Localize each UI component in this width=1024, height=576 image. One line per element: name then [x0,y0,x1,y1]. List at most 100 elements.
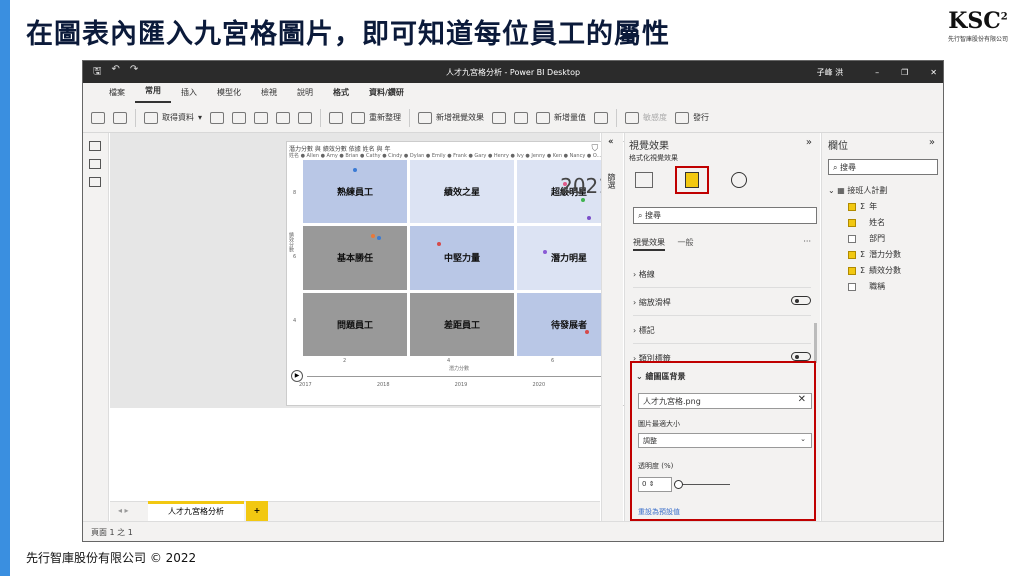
analytics-icon[interactable] [731,172,747,188]
menu-view[interactable]: 檢視 [251,87,287,103]
menu-help[interactable]: 說明 [287,87,323,103]
fields-search-input[interactable]: ⌕ 搜尋 [828,159,938,175]
data-point[interactable] [581,198,585,202]
report-view-icon[interactable] [89,141,101,151]
data-point[interactable] [371,234,375,238]
build-visual-icon[interactable] [635,172,653,188]
data-point[interactable] [587,216,591,220]
collapse-fields-icon[interactable]: » [929,137,935,148]
play-button[interactable]: ▶ [291,370,303,382]
plot-area-background-section: ⌄ 繪圖區背景 人才九宮格.png ✕ 圖片最適大小 調整 ⌄ 透明度 (%) 0 … [630,361,816,521]
field-item[interactable]: Σ 年 [848,201,877,212]
transparency-slider[interactable] [678,484,730,485]
field-item[interactable]: 職稱 [848,281,885,292]
menu-data-drill[interactable]: 資料/鑽研 [359,87,414,103]
checkbox[interactable] [848,202,856,211]
quick-measure-icon[interactable] [594,111,609,124]
checkbox[interactable] [848,234,856,243]
timeline-year: 2020 [532,382,546,388]
y-axis-label: 績效分數 [288,232,294,252]
field-item[interactable]: 姓名 [848,217,885,228]
category-labels-toggle[interactable] [791,352,811,361]
tab-visual[interactable]: 視覺效果 [633,238,665,251]
refresh-button[interactable]: 重新整理 [351,111,401,124]
transform-data-icon[interactable] [329,111,344,124]
menu-modeling[interactable]: 模型化 [207,87,251,103]
format-tabs: 視覺效果 一般 ··· [633,237,817,251]
format-visual-icon[interactable] [675,166,709,194]
clear-image-icon[interactable]: ✕ [798,394,806,405]
reset-default-link[interactable]: 重設為預設值 [638,507,680,517]
expand-icon[interactable]: « [608,137,614,147]
field-item[interactable]: 部門 [848,233,885,244]
fields-pane: 欄位 » ⌕ 搜尋 ⌄ ▦ 接班人計劃 Σ 年 姓名 部門 Σ 潛力分數 Σ 績… [821,133,943,521]
table-node[interactable]: ⌄ ▦ 接班人計劃 [828,185,887,196]
recent-sources-icon[interactable] [298,111,313,124]
page-tab[interactable]: 人才九宮格分析 [148,501,244,521]
menu-format[interactable]: 格式 [323,87,359,103]
new-visual-button[interactable]: 新增視覺效果 [418,111,484,124]
filters-collapsed[interactable]: « 篩選 [601,133,623,521]
textbox-icon[interactable] [492,111,507,124]
image-fit-dropdown[interactable]: 調整 ⌄ [638,433,812,448]
field-item[interactable]: Σ 潛力分數 [848,249,901,260]
menu-home[interactable]: 常用 [135,85,171,103]
background-image-field[interactable]: 人才九宮格.png ✕ [638,393,812,409]
tab-general[interactable]: 一般 [678,238,694,247]
pane-mode-icons [629,165,799,195]
scatter-visual[interactable]: 潛力分數 與 績效分數 依據 姓名 與 年 姓名 ● Allen ● Amy ●… [286,141,626,406]
model-view-icon[interactable] [89,177,101,187]
more-options-icon[interactable]: ··· [803,237,811,246]
data-view-icon[interactable] [89,159,101,169]
new-measure-button[interactable]: 新增量值 [536,111,586,124]
data-point[interactable] [543,250,547,254]
x-tick: 4 [447,358,451,364]
publish-icon [675,111,690,124]
checkbox[interactable] [848,266,856,275]
format-search-input[interactable]: ⌕ 搜尋 [633,207,817,224]
dataset-icon[interactable] [232,111,247,124]
menu-insert[interactable]: 插入 [171,87,207,103]
zoom-slider-toggle[interactable] [791,296,811,305]
data-point[interactable] [585,330,589,334]
collapse-pane-icon[interactable]: » [806,137,812,148]
data-point[interactable] [377,236,381,240]
menu-bar: 檔案 常用 插入 模型化 檢視 說明 格式 資料/鑽研 [83,83,943,103]
add-page-button[interactable]: + [246,501,268,521]
sensitivity-button[interactable]: 敏感度 [625,111,667,124]
pane-scrollbar[interactable] [814,323,817,363]
plot-bg-title[interactable]: ⌄ 繪圖區背景 [636,371,686,382]
section-gridlines[interactable]: › 格線 [633,269,817,280]
field-item[interactable]: Σ 績效分數 [848,265,901,276]
data-point[interactable] [563,182,567,186]
shield-icon [625,111,640,124]
publish-button[interactable]: 發行 [675,111,709,124]
page-nav-arrows[interactable]: ◂ ▸ [118,506,129,515]
minimize-icon[interactable]: – [875,68,879,77]
user-name[interactable]: 子峰 洪 [817,67,844,78]
close-icon[interactable]: ✕ [930,68,937,77]
transparency-input[interactable]: 0 ⇕ [638,477,672,492]
report-canvas[interactable]: 潛力分數 與 績效分數 依據 姓名 與 年 姓名 ● Allen ● Amy ●… [110,133,626,408]
checkbox[interactable] [848,218,856,227]
format-painter-icon[interactable] [113,111,127,124]
menu-file[interactable]: 檔案 [99,87,135,103]
enter-data-icon[interactable] [276,111,291,124]
sql-icon[interactable] [254,111,269,124]
play-axis-track[interactable] [307,376,621,377]
checkbox[interactable] [848,282,856,291]
data-point[interactable] [437,242,441,246]
y-tick: 8 [293,190,297,196]
paste-icon[interactable] [91,111,105,124]
data-point[interactable] [353,168,357,172]
excel-icon[interactable] [210,111,225,124]
filter-icon[interactable]: ⛉ [591,144,598,154]
section-zoom-slider[interactable]: › 縮放滑桿 [633,296,817,308]
more-visuals-icon[interactable] [514,111,529,124]
slider-handle[interactable] [674,480,683,489]
checkbox[interactable] [848,250,856,259]
restore-icon[interactable]: ❐ [901,68,908,77]
section-markers[interactable]: › 標記 [633,325,817,336]
get-data-button[interactable]: 取得資料 ▾ [144,111,202,124]
transparency-label: 透明度 (%) [638,462,674,470]
